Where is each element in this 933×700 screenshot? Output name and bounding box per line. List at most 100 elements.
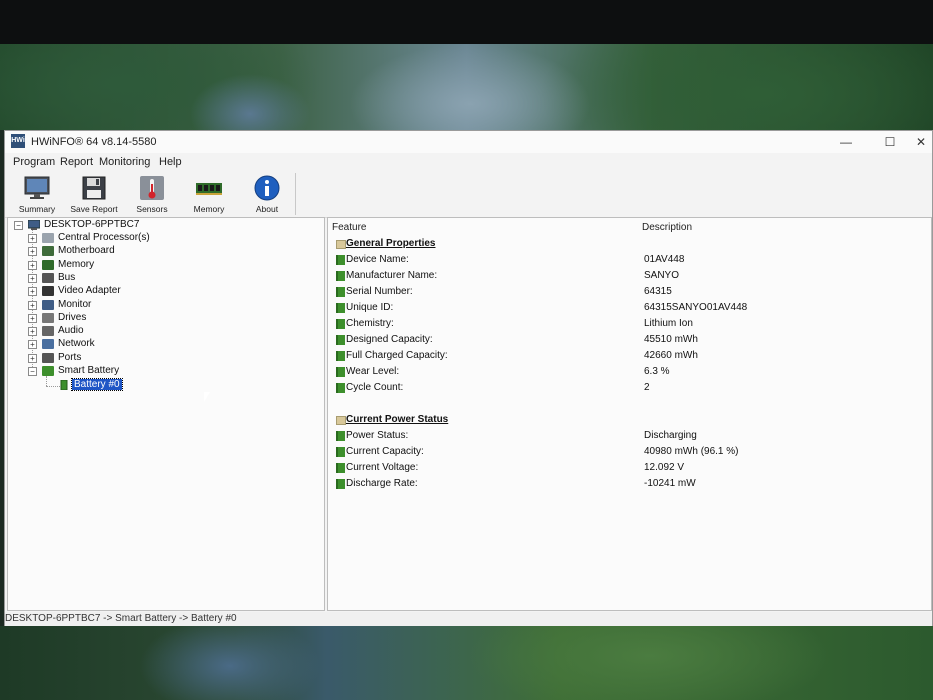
feature-column-header[interactable]: Feature [332, 222, 366, 233]
tree-connector [46, 376, 47, 386]
detail-row[interactable]: Manufacturer Name: SANYO [328, 268, 931, 284]
detail-row[interactable]: Discharge Rate: -10241 mW [328, 476, 931, 492]
save-report-label: Save Report [70, 204, 118, 214]
section-folder-icon [336, 240, 346, 249]
menu-bar: Program Report Monitoring Help [5, 153, 932, 170]
collapse-icon[interactable]: − [14, 221, 23, 230]
expand-icon[interactable]: + [28, 340, 37, 350]
tree-item-label: Bus [58, 271, 76, 283]
feature-label: Current Voltage: [346, 462, 419, 473]
battery-icon [336, 303, 345, 313]
title-bar[interactable]: HWi HWiNFO® 64 v8.14-5580 — ☐ ✕ [5, 131, 932, 153]
menu-monitoring[interactable]: Monitoring [99, 156, 150, 168]
collapse-icon[interactable]: − [28, 367, 37, 376]
description-value: -10241 mW [644, 478, 696, 489]
window-title: HWiNFO® 64 v8.14-5580 [31, 136, 157, 148]
detail-row[interactable]: Serial Number: 64315 [328, 284, 931, 300]
battery-icon [336, 319, 345, 329]
section-header[interactable]: General Properties [328, 236, 931, 252]
device-tree-pane[interactable]: − DESKTOP-6PPTBC7 + Central Processor(s) +… [7, 217, 325, 611]
battery-icon [336, 383, 345, 393]
description-value: 2 [644, 382, 650, 393]
description-column-header[interactable]: Description [642, 222, 692, 233]
battery-icon [336, 479, 345, 489]
toolbar-separator [295, 173, 296, 215]
close-button[interactable]: ✕ [910, 133, 932, 151]
detail-row[interactable]: Power Status: Discharging [328, 428, 931, 444]
audio-icon [42, 326, 54, 337]
feature-label: Designed Capacity: [346, 334, 433, 345]
expand-icon[interactable]: + [28, 260, 37, 270]
floppy-disk-icon [82, 176, 106, 200]
menu-help[interactable]: Help [159, 156, 182, 168]
feature-label: Device Name: [346, 254, 409, 265]
expand-icon[interactable]: + [28, 273, 37, 283]
about-button[interactable]: About [244, 173, 290, 215]
memory-button[interactable]: Memory [186, 173, 232, 215]
tree-item-label: Smart Battery [58, 365, 120, 376]
description-value: 64315 [644, 286, 672, 297]
detail-row[interactable]: Designed Capacity: 45510 mWh [328, 332, 931, 348]
detail-row[interactable]: Chemistry: Lithium Ion [328, 316, 931, 332]
feature-label: Current Capacity: [346, 446, 424, 457]
description-value: 42660 mWh [644, 350, 698, 361]
description-value: 45510 mWh [644, 334, 698, 345]
monitor-icon [42, 299, 54, 310]
status-path: DESKTOP-6PPTBC7 -> Smart Battery -> Batt… [5, 613, 237, 624]
feature-label: Wear Level: [346, 366, 400, 377]
tree-item-label: Video Adapter [58, 285, 121, 297]
tree-item-label: Drives [58, 311, 87, 323]
detail-row[interactable]: Wear Level: 6.3 % [328, 364, 931, 380]
battery-icon [336, 255, 345, 265]
menu-report[interactable]: Report [60, 156, 93, 168]
description-value: 6.3 % [644, 366, 670, 377]
details-pane[interactable]: Feature Description General Properties De… [327, 217, 932, 611]
memory-icon [42, 259, 54, 270]
screen-bezel [0, 0, 933, 44]
detail-row[interactable]: Current Voltage: 12.092 V [328, 460, 931, 476]
feature-label: Manufacturer Name: [346, 270, 438, 281]
battery-icon [336, 271, 345, 281]
detail-row[interactable]: Cycle Count: 2 [328, 380, 931, 396]
description-value: Discharging [644, 430, 697, 441]
battery-icon [336, 447, 345, 457]
expand-icon[interactable]: + [28, 327, 37, 337]
description-value: 01AV448 [644, 254, 685, 265]
expand-icon[interactable]: + [28, 234, 37, 243]
hwinfo-app-icon: HWi [11, 134, 25, 148]
description-value: 40980 mWh (96.1 %) [644, 446, 739, 457]
monitor-icon [24, 176, 50, 199]
save-report-button[interactable]: Save Report [70, 173, 118, 215]
expand-icon[interactable]: + [28, 353, 37, 363]
memory-label: Memory [193, 204, 225, 214]
desktop-wallpaper-top [0, 44, 933, 130]
tree-item-label: Central Processor(s) [58, 232, 150, 243]
feature-label: Chemistry: [346, 318, 394, 329]
detail-row[interactable]: Device Name: 01AV448 [328, 252, 931, 268]
sensors-button[interactable]: Sensors [129, 173, 175, 215]
expand-icon[interactable]: + [28, 247, 37, 257]
sensors-label: Sensors [136, 204, 168, 214]
section-header[interactable]: Current Power Status [328, 412, 931, 428]
battery-icon [336, 351, 345, 361]
info-icon [254, 175, 280, 201]
maximize-button[interactable]: ☐ [875, 133, 905, 151]
thermometer-icon [140, 176, 164, 200]
minimize-button[interactable]: — [831, 133, 861, 151]
desktop-wallpaper-bottom [0, 626, 933, 700]
expand-icon[interactable]: + [28, 300, 37, 310]
feature-label: Power Status: [346, 430, 409, 441]
detail-row[interactable]: Current Capacity: 40980 mWh (96.1 %) [328, 444, 931, 460]
summary-button[interactable]: Summary [14, 173, 60, 215]
tree-item-label: Motherboard [58, 245, 115, 257]
menu-program[interactable]: Program [13, 156, 55, 168]
expand-icon[interactable]: + [28, 287, 37, 297]
battery-icon [336, 367, 345, 377]
detail-row[interactable]: Full Charged Capacity: 42660 mWh [328, 348, 931, 364]
feature-label: Discharge Rate: [346, 478, 418, 489]
tree-item-label: Monitor [58, 298, 92, 310]
expand-icon[interactable]: + [28, 313, 37, 323]
section-title: Current Power Status [346, 414, 449, 425]
detail-row[interactable]: Unique ID: 64315SANYO01AV448 [328, 300, 931, 316]
description-value: Lithium Ion [644, 318, 693, 329]
